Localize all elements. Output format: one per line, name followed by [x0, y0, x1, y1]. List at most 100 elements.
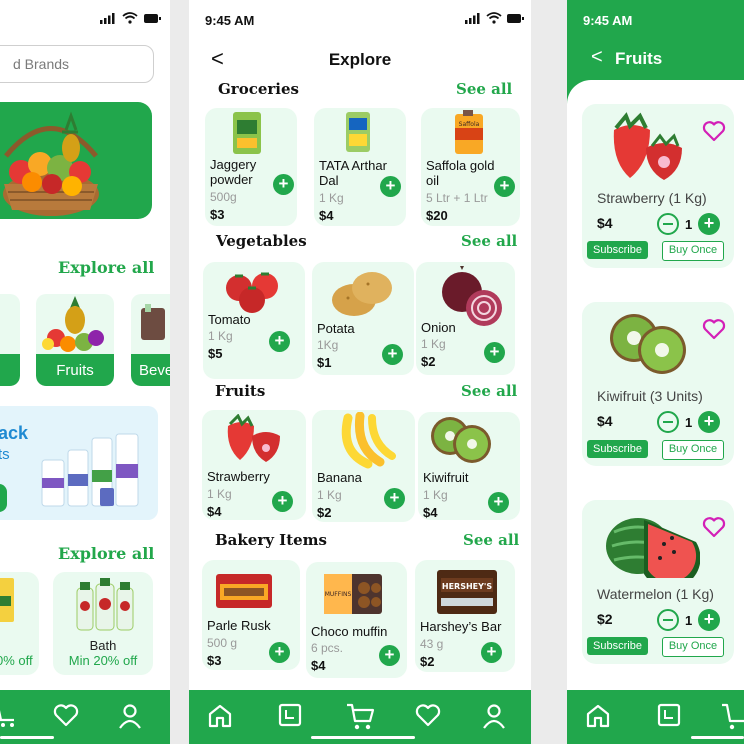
category-card-fruits[interactable]: Fruits [36, 294, 114, 386]
potato-image [332, 272, 392, 316]
status-bar-icons [100, 12, 161, 24]
product-card[interactable]: Strawberry 1 Kg $4 + [202, 410, 306, 520]
product-qty: 500g [210, 190, 237, 204]
product-card[interactable]: Banana 1 Kg $2 + [312, 410, 415, 522]
bottom-nav [189, 690, 531, 744]
favorite-heart-icon[interactable] [702, 516, 726, 538]
signal-icon [465, 12, 480, 24]
section-title-bakery: Bakery Items [215, 531, 327, 549]
add-to-cart-button[interactable]: + [273, 174, 294, 195]
product-name: Watermelon (1 Kg) [597, 586, 714, 602]
buy-once-button[interactable]: Buy Once [662, 637, 724, 657]
battery-icon [144, 13, 161, 23]
heart-icon[interactable] [53, 703, 79, 727]
subscribe-button[interactable]: Subscribe [587, 241, 648, 259]
products-image [41, 433, 139, 507]
product-list: Strawberry (1 Kg) $4 1 + Subscribe Buy O… [567, 80, 744, 690]
search-input[interactable]: d Brands [0, 45, 154, 83]
product-name: Potata [317, 321, 355, 336]
offer-card[interactable]: 0% off [0, 572, 39, 675]
product-card[interactable]: TATA Arthar Dal 1 Kg $4 + [314, 108, 406, 226]
heart-icon[interactable] [415, 703, 441, 727]
product-card[interactable]: Onion 1 Kg $2 + [416, 262, 515, 375]
home-indicator [311, 736, 415, 739]
back-button[interactable]: < [591, 46, 603, 69]
subscribe-button[interactable]: Subscribe [587, 440, 648, 458]
buy-once-button[interactable]: Buy Once [662, 241, 724, 261]
buy-once-button[interactable]: Buy Once [662, 440, 724, 460]
bottom-nav [567, 690, 744, 744]
add-to-cart-button[interactable]: + [379, 645, 400, 666]
favorite-heart-icon[interactable] [702, 120, 726, 142]
home-icon[interactable] [585, 703, 611, 729]
product-card[interactable]: Saffola Saffola gold oil 5 Ltr + 1 Ltr $… [421, 108, 520, 226]
product-price: $2 [597, 611, 613, 627]
subscribe-button[interactable]: Subscribe [587, 637, 648, 655]
add-to-cart-button[interactable]: + [484, 342, 505, 363]
product-card[interactable]: MUFFINS Choco muffin 6 pcs. $4 + [306, 562, 407, 678]
product-card[interactable]: HERSHEY'S Harshey’s Bar 43 g $2 + [415, 560, 515, 672]
category-card[interactable]: ble [0, 294, 20, 386]
product-qty: 43 g [420, 637, 444, 651]
product-card[interactable]: Jaggery powder 500g $3 + [205, 108, 297, 226]
wifi-icon [122, 12, 138, 24]
see-all-vegetables[interactable]: See all [461, 232, 517, 250]
promo-title: ack [0, 423, 29, 443]
orders-icon[interactable] [278, 703, 302, 727]
increase-qty-button[interactable]: + [698, 213, 720, 235]
explore-screen: 9:45 AM < Explore Groceries See all Jagg… [189, 0, 531, 744]
oil-brand-text: Saffola [459, 121, 480, 128]
cart-icon[interactable] [722, 701, 744, 731]
product-card[interactable]: Potata 1Kg $1 + [312, 262, 414, 375]
promo-banner[interactable]: ack ts [0, 406, 158, 520]
increase-qty-button[interactable]: + [698, 411, 720, 433]
product-box-image [0, 578, 14, 622]
add-to-cart-button[interactable]: + [384, 488, 405, 509]
increase-qty-button[interactable]: + [698, 609, 720, 631]
see-all-bakery[interactable]: See all [463, 531, 519, 549]
explore-all-link[interactable]: Explore all [58, 258, 154, 277]
user-icon[interactable] [482, 703, 506, 729]
orders-icon[interactable] [657, 703, 681, 727]
explore-all-link[interactable]: Explore all [58, 544, 154, 563]
see-all-groceries[interactable]: See all [456, 80, 512, 98]
product-card[interactable]: Watermelon (1 Kg) $2 1 + Subscribe Buy O… [582, 500, 734, 664]
product-price: $2 [317, 505, 332, 520]
decrease-qty-button[interactable] [657, 213, 679, 235]
hero-banner[interactable] [0, 102, 152, 219]
add-to-cart-button[interactable]: + [269, 642, 290, 663]
user-icon[interactable] [118, 703, 142, 729]
add-to-cart-button[interactable]: + [380, 176, 401, 197]
add-to-cart-button[interactable]: + [382, 344, 403, 365]
product-price: $5 [208, 346, 223, 361]
home-icon[interactable] [207, 703, 233, 729]
decrease-qty-button[interactable] [657, 411, 679, 433]
add-to-cart-button[interactable]: + [269, 331, 290, 352]
cart-icon[interactable] [345, 701, 375, 731]
add-to-cart-button[interactable]: + [488, 492, 509, 513]
product-card[interactable]: Tomato 1 Kg $5 + [203, 262, 305, 379]
promo-button[interactable] [0, 484, 7, 512]
product-price: $20 [426, 208, 448, 223]
category-card[interactable]: Beve [131, 294, 170, 386]
offer-card-bath[interactable]: Bath Min 20% off [53, 572, 153, 675]
see-all-fruits[interactable]: See all [461, 382, 517, 400]
product-name: Onion [421, 320, 456, 335]
oil-can-image: Saffola [455, 110, 483, 154]
jaggery-pack-image [233, 112, 261, 154]
product-qty: 1 Kg [319, 191, 344, 205]
product-qty: 1 Kg [421, 337, 446, 351]
product-qty: 1Kg [317, 338, 339, 352]
favorite-heart-icon[interactable] [702, 318, 726, 340]
product-card[interactable]: Parle Rusk 500 g $3 + [202, 560, 300, 670]
add-to-cart-button[interactable]: + [481, 642, 502, 663]
cart-icon[interactable] [0, 703, 18, 729]
product-card[interactable]: Strawberry (1 Kg) $4 1 + Subscribe Buy O… [582, 104, 734, 268]
add-to-cart-button[interactable]: + [272, 491, 293, 512]
product-card[interactable]: Kiwifruit (3 Units) $4 1 + Subscribe Buy… [582, 302, 734, 466]
section-title-vegetables: Vegetables [216, 232, 307, 250]
product-card[interactable]: Kiwifruit 1 Kg $4 + [418, 412, 520, 520]
decrease-qty-button[interactable] [657, 609, 679, 631]
add-to-cart-button[interactable]: + [494, 176, 515, 197]
product-price: $4 [207, 504, 222, 519]
